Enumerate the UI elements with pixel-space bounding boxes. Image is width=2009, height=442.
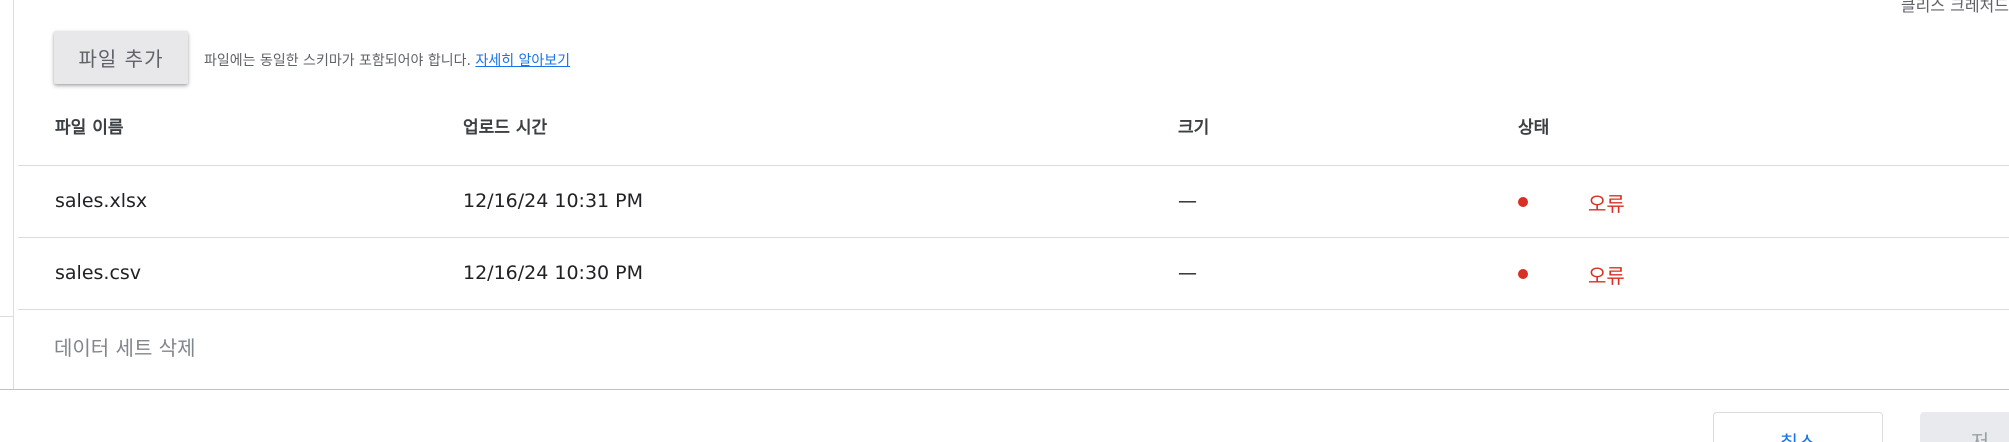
column-header-upload-time[interactable]: 업로드 시간 bbox=[463, 113, 547, 138]
table-header: 파일 이름 업로드 시간 크기 상태 bbox=[18, 92, 2009, 166]
error-status-icon bbox=[1518, 269, 1528, 279]
status-cell: 오류 bbox=[1588, 192, 1625, 216]
top-right-label: 클리스 크레처드 bbox=[1900, 0, 2009, 15]
add-file-button[interactable]: 파일 추가 bbox=[54, 31, 188, 84]
learn-more-link[interactable]: 자세히 알아보기 bbox=[475, 53, 570, 69]
column-header-file-name[interactable]: 파일 이름 bbox=[55, 113, 123, 138]
delete-dataset-button[interactable]: 데이터 세트 삭제 bbox=[54, 332, 196, 361]
cancel-button[interactable]: 취소 bbox=[1713, 412, 1883, 442]
error-status-icon bbox=[1518, 197, 1528, 207]
upload-time-cell: 12/16/24 10:31 PM bbox=[463, 190, 644, 212]
left-panel-border bbox=[0, 0, 14, 390]
footer-divider bbox=[0, 389, 2009, 390]
column-header-status[interactable]: 상태 bbox=[1518, 113, 1549, 138]
schema-hint-text: 파일에는 동일한 스키마가 포함되어야 합니다. bbox=[204, 53, 471, 69]
left-panel-tick bbox=[0, 316, 14, 317]
file-name-cell: sales.csv bbox=[55, 262, 142, 284]
save-button[interactable]: 저 bbox=[1920, 412, 2009, 442]
upload-time-cell: 12/16/24 10:30 PM bbox=[463, 262, 644, 284]
schema-hint: 파일에는 동일한 스키마가 포함되어야 합니다. 자세히 알아보기 bbox=[204, 50, 570, 70]
files-table: 파일 이름 업로드 시간 크기 상태 sales.xlsx 12/16/24 1… bbox=[18, 92, 2009, 310]
file-name-cell: sales.xlsx bbox=[55, 190, 148, 212]
size-cell: — bbox=[1178, 190, 1197, 212]
column-header-size[interactable]: 크기 bbox=[1178, 113, 1209, 138]
table-row[interactable]: sales.xlsx 12/16/24 10:31 PM — 오류 bbox=[18, 166, 2009, 238]
size-cell: — bbox=[1178, 262, 1197, 284]
table-row[interactable]: sales.csv 12/16/24 10:30 PM — 오류 bbox=[18, 238, 2009, 310]
status-cell: 오류 bbox=[1588, 264, 1625, 288]
